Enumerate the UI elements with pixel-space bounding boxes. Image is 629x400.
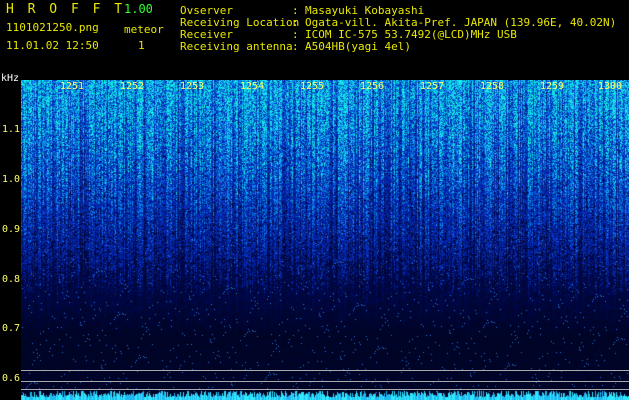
x-tick-label: 1257 (420, 81, 445, 92)
info-value-receiver: ICOM IC-575 53.7492(@LCD)MHz USB (305, 28, 517, 41)
x-tick-label: 1251 (60, 81, 85, 92)
x-tick-label: 1252 (120, 81, 145, 92)
y-tick-label: 0.6 (2, 373, 21, 384)
x-tick-label: 1258 (480, 81, 505, 92)
info-label-location: Receiving Location (180, 16, 300, 29)
info-label-antenna: Receiving antenna (180, 40, 293, 53)
info-separator: : (292, 16, 299, 29)
info-separator: : (292, 28, 299, 41)
reference-line (21, 370, 629, 371)
info-value-location: Ogata-vill. Akita-Pref. JAPAN (139.96E, … (305, 16, 617, 29)
info-value-antenna: A504HB(yagi 4el) (305, 40, 411, 53)
x-tick-label: 1300 (598, 81, 623, 92)
date-time: 11.01.02 12:50 (6, 39, 99, 52)
y-tick-label: 0.8 (2, 274, 21, 285)
meteor-label: meteor (124, 23, 164, 36)
y-tick-label: 1.0 (2, 174, 21, 185)
info-separator: : (292, 40, 299, 53)
info-label-observer: Ovserver (180, 4, 233, 17)
y-tick-label: 1.1 (2, 124, 21, 135)
x-tick-label: 1255 (300, 81, 325, 92)
info-separator: : (292, 4, 299, 17)
reference-line (21, 381, 629, 382)
x-tick-label: 1259 (540, 81, 565, 92)
info-label-receiver: Receiver (180, 28, 233, 41)
x-tick-label: 1254 (240, 81, 265, 92)
meteor-count: 1 (138, 39, 145, 52)
y-tick-label: 0.7 (2, 323, 21, 334)
info-value-observer: Masayuki Kobayashi (305, 4, 425, 17)
x-tick-label: 1256 (360, 81, 385, 92)
file-name: 1101021250.png (6, 21, 99, 34)
x-tick-label: 1253 (180, 81, 205, 92)
app-name: H R O F F T (6, 2, 126, 17)
reference-line (21, 389, 629, 390)
y-tick-label: 0.9 (2, 224, 21, 235)
app-version: 1.00 (124, 2, 153, 16)
spectrogram (21, 80, 629, 400)
y-axis-unit: kHz (1, 73, 20, 84)
